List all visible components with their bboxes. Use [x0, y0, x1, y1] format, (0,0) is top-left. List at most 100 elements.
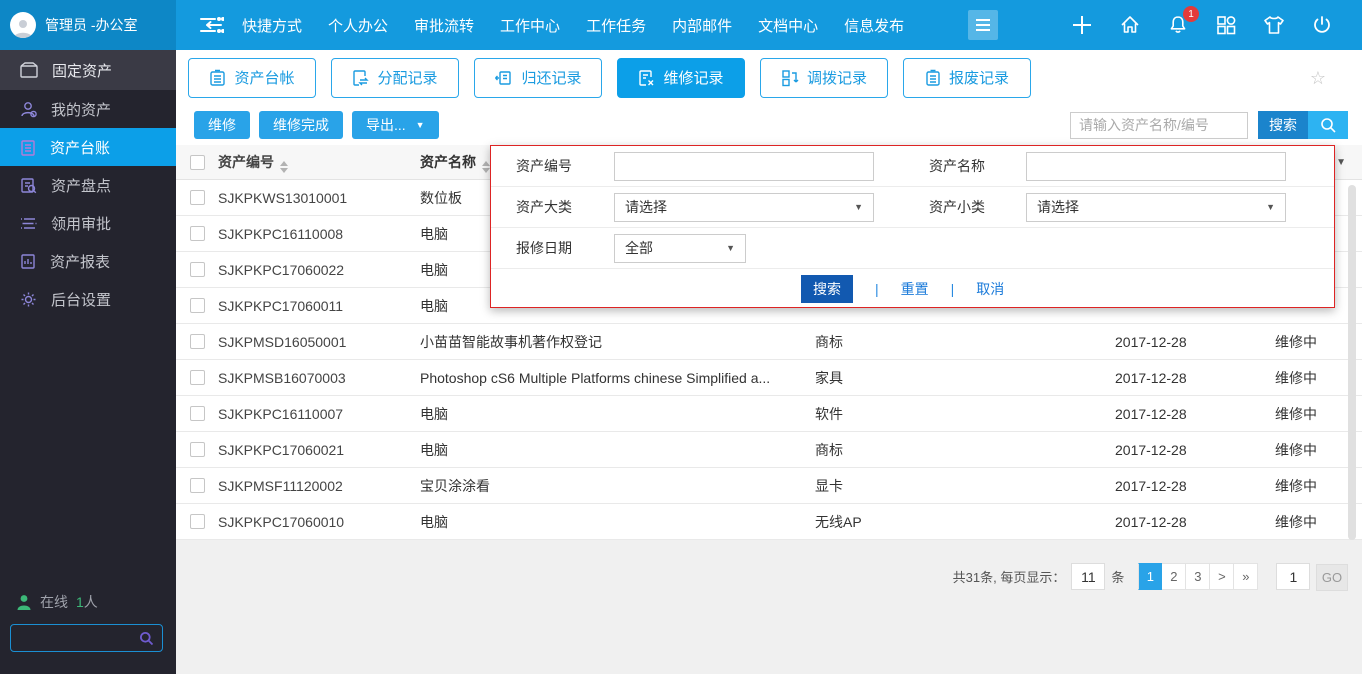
- sidebar-item-asset-inventory[interactable]: 资产盘点: [0, 166, 176, 204]
- tab-scrap-records[interactable]: 报废记录: [903, 57, 1031, 98]
- goto-page-input[interactable]: [1276, 563, 1311, 590]
- sort-icon[interactable]: [280, 160, 288, 173]
- nav-info-publish[interactable]: 信息发布: [844, 15, 904, 36]
- pagination: 共31条, 每页显示： 条 1 2 3 > » GO: [953, 563, 1348, 591]
- return-tab-icon: [495, 70, 512, 85]
- vertical-scrollbar[interactable]: [1348, 185, 1356, 540]
- row-checkbox[interactable]: [190, 514, 205, 529]
- table-search-magnifier-button[interactable]: [1308, 111, 1348, 139]
- repair-done-button[interactable]: 维修完成: [259, 111, 343, 139]
- sidebar-item-asset-ledger[interactable]: 资产台账: [0, 128, 176, 166]
- filter-date-select[interactable]: 全部 ▼: [614, 233, 746, 263]
- nav-personal-office[interactable]: 个人办公: [328, 15, 388, 36]
- popup-row-2: 资产大类 请选择 ▼ 资产小类 请选择 ▼: [491, 187, 1334, 228]
- row-checkbox[interactable]: [190, 298, 205, 313]
- sidebar-item-my-assets[interactable]: 我的资产: [0, 90, 176, 128]
- table-row[interactable]: SJKPMSD16050001 小苗苗智能故事机著作权登记 商标 2017-12…: [176, 324, 1362, 360]
- tab-return-records[interactable]: 归还记录: [474, 57, 602, 98]
- row-checkbox[interactable]: [190, 262, 205, 277]
- sidebar-item-label: 领用审批: [51, 215, 112, 233]
- tab-label: 调拨记录: [806, 70, 867, 87]
- sidebar-item-requisition-approval[interactable]: 领用审批: [0, 204, 176, 242]
- sidebar-item-backend-settings[interactable]: 后台设置: [0, 280, 176, 318]
- popup-cancel-button[interactable]: 取消: [976, 279, 1004, 299]
- page-button-1[interactable]: 1: [1138, 563, 1163, 591]
- table-row[interactable]: SJKPKPC17060021 电脑 商标 2017-12-28 维修中: [176, 432, 1362, 468]
- nav-shortcuts[interactable]: 快捷方式: [242, 15, 302, 36]
- sidebar-search-input[interactable]: [11, 630, 139, 646]
- repair-button[interactable]: 维修: [194, 111, 250, 139]
- row-checkbox[interactable]: [190, 226, 205, 241]
- header-asset-code: 资产编号: [218, 152, 420, 173]
- row-checkbox[interactable]: [190, 478, 205, 493]
- filter-name-input[interactable]: [1026, 151, 1286, 181]
- column-options-caret-icon[interactable]: ▼: [1336, 157, 1346, 168]
- export-button[interactable]: 导出... ▼: [352, 111, 439, 139]
- online-status: 在线 1人: [16, 592, 98, 612]
- popup-search-button[interactable]: 搜索: [801, 274, 853, 303]
- power-icon[interactable]: [1310, 13, 1334, 37]
- tab-repair-records[interactable]: 维修记录: [617, 57, 745, 98]
- go-button[interactable]: GO: [1316, 563, 1348, 591]
- table-row[interactable]: SJKPKPC17060010 电脑 无线AP 2017-12-28 维修中: [176, 504, 1362, 540]
- report-icon: [21, 253, 35, 269]
- add-icon[interactable]: [1070, 13, 1094, 37]
- row-checkbox[interactable]: [190, 334, 205, 349]
- filter-major-select[interactable]: 请选择 ▼: [614, 192, 874, 222]
- row-checkbox[interactable]: [190, 442, 205, 457]
- nav-document-center[interactable]: 文档中心: [758, 15, 818, 36]
- gear-icon: [21, 292, 36, 306]
- nav-work-center[interactable]: 工作中心: [500, 15, 560, 36]
- popup-footer: 搜索 | 重置 | 取消: [491, 269, 1334, 308]
- cell-asset-code: SJKPKPC17060011: [218, 297, 344, 314]
- apps-grid-icon[interactable]: [1214, 13, 1238, 37]
- favorite-star-icon[interactable]: ☆: [1310, 68, 1326, 89]
- notifications-bell-icon[interactable]: 1: [1166, 6, 1199, 37]
- nav-work-tasks[interactable]: 工作任务: [586, 15, 646, 36]
- cell-asset-code: SJKPMSB16070003: [218, 369, 346, 386]
- filter-major-label: 资产大类: [516, 199, 572, 215]
- tab-asset-ledger[interactable]: 资产台帐: [188, 57, 316, 98]
- sort-icon[interactable]: [482, 160, 490, 173]
- cell-asset-code: SJKPKPC17060010: [218, 513, 345, 530]
- topbar-icons: 1: [1070, 6, 1362, 37]
- next-page-button[interactable]: >: [1210, 563, 1235, 591]
- page-size-input[interactable]: [1071, 563, 1106, 591]
- main-content: 资产台帐 分配记录 归还记录 维修记录 调拨记录 报废记录 ☆ 维修 维修完成 …: [176, 50, 1362, 674]
- popup-row-1: 资产编号 资产名称: [491, 146, 1334, 187]
- table-search-button[interactable]: 搜索: [1258, 111, 1308, 139]
- select-caret-icon: ▼: [726, 243, 735, 253]
- sidebar-search-icon[interactable]: [139, 631, 154, 646]
- home-icon[interactable]: [1118, 13, 1142, 37]
- page-button-3[interactable]: 3: [1186, 563, 1211, 591]
- row-checkbox[interactable]: [190, 190, 205, 205]
- filter-code-input[interactable]: [614, 151, 874, 181]
- user-block[interactable]: 管理员 -办公室: [0, 0, 176, 50]
- tab-allocation-records[interactable]: 分配记录: [331, 57, 459, 98]
- nav-internal-mail[interactable]: 内部邮件: [672, 15, 732, 36]
- collapse-menu-icon[interactable]: [198, 15, 224, 35]
- nav-approval-flow[interactable]: 审批流转: [414, 15, 474, 36]
- layers-icon: [21, 217, 37, 229]
- row-checkbox[interactable]: [190, 406, 205, 421]
- pagination-unit: 条: [1111, 570, 1125, 586]
- last-page-button[interactable]: »: [1234, 563, 1259, 591]
- sidebar-module-fixed-assets[interactable]: 固定资产: [0, 50, 176, 90]
- filter-popup: 资产编号 资产名称 资产大类 请选择 ▼ 资产小类 请选择 ▼ 报修日期 全部 …: [490, 145, 1335, 308]
- tab-transfer-records[interactable]: 调拨记录: [760, 57, 888, 98]
- select-all-checkbox[interactable]: [190, 154, 205, 170]
- topbar: 管理员 -办公室 快捷方式 个人办公 审批流转 工作中心 工作任务 内部邮件 文…: [0, 0, 1362, 50]
- sidebar-item-asset-reports[interactable]: 资产报表: [0, 242, 176, 280]
- table-row[interactable]: SJKPMSB16070003 Photoshop cS6 Multiple P…: [176, 360, 1362, 396]
- popup-reset-button[interactable]: 重置: [901, 279, 929, 299]
- table-row[interactable]: SJKPKPC16110007 电脑 软件 2017-12-28 维修中: [176, 396, 1362, 432]
- hamburger-menu-icon[interactable]: [968, 10, 999, 40]
- table-row[interactable]: SJKPMSF11120002 宝贝涂涂看 显卡 2017-12-28 维修中: [176, 468, 1362, 504]
- page-button-2[interactable]: 2: [1162, 563, 1187, 591]
- cell-asset-name: 电脑: [420, 441, 448, 458]
- asset-search-input[interactable]: [1070, 111, 1248, 139]
- theme-shirt-icon[interactable]: [1262, 13, 1286, 37]
- filter-minor-select[interactable]: 请选择 ▼: [1026, 192, 1286, 222]
- row-checkbox[interactable]: [190, 370, 205, 385]
- select-caret-icon: ▼: [1266, 202, 1275, 212]
